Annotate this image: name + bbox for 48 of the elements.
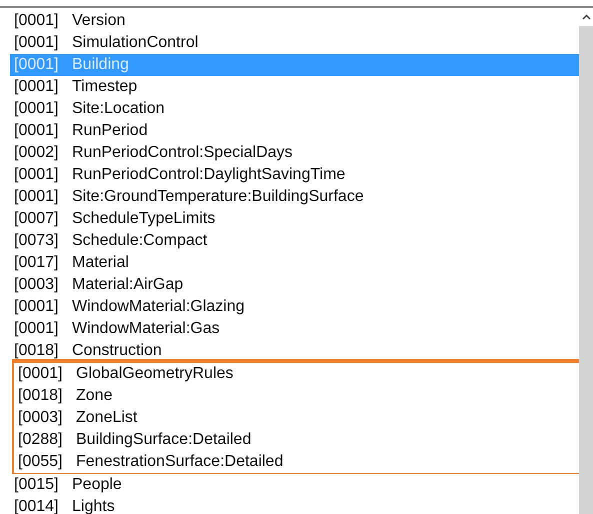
item-count: [0001] xyxy=(14,55,60,75)
item-name: WindowMaterial:Gas xyxy=(72,319,220,339)
item-count: [0007] xyxy=(14,209,60,229)
item-name: Material:AirGap xyxy=(72,275,184,295)
item-count: [0001] xyxy=(14,187,60,207)
item-name: FenestrationSurface:Detailed xyxy=(76,452,284,472)
item-count: [0015] xyxy=(14,475,60,495)
item-count: [0018] xyxy=(18,386,64,406)
item-count: [0001] xyxy=(14,165,60,185)
item-count: [0003] xyxy=(14,275,60,295)
item-name: GlobalGeometryRules xyxy=(76,364,234,384)
item-name: Zone xyxy=(76,386,112,406)
item-name: Timestep xyxy=(72,77,138,97)
item-count: [0001] xyxy=(14,11,60,31)
item-count: [0001] xyxy=(14,121,60,141)
item-count: [0001] xyxy=(14,297,60,317)
item-name: Schedule:Compact xyxy=(72,231,208,251)
item-count: [0288] xyxy=(18,430,64,450)
item-name: People xyxy=(72,475,122,495)
item-count: [0001] xyxy=(14,319,60,339)
item-name: BuildingSurface:Detailed xyxy=(76,430,252,450)
item-count: [0018] xyxy=(14,341,60,361)
item-name: Site:Location xyxy=(72,99,165,119)
item-count: [0001] xyxy=(14,33,60,53)
item-count: [0002] xyxy=(14,143,60,163)
item-name: Construction xyxy=(72,341,162,361)
item-name: Material xyxy=(72,253,129,273)
item-name: RunPeriod xyxy=(72,121,148,141)
item-name: Version xyxy=(72,11,126,31)
item-count: [0001] xyxy=(18,364,64,384)
item-count: [0017] xyxy=(14,253,60,273)
item-count: [0001] xyxy=(14,77,60,97)
item-name: Lights xyxy=(72,497,115,514)
item-name: ScheduleTypeLimits xyxy=(72,209,216,229)
scroll-up-icon[interactable] xyxy=(582,14,590,20)
item-count: [0055] xyxy=(18,452,64,472)
scrollbar[interactable] xyxy=(579,8,593,514)
item-name: RunPeriodControl:SpecialDays xyxy=(72,143,293,163)
item-count: [0001] xyxy=(14,99,60,119)
item-name: Building xyxy=(72,55,129,75)
item-name: Site:GroundTemperature:BuildingSurface xyxy=(72,187,364,207)
item-count: [0014] xyxy=(14,497,60,514)
item-name: RunPeriodControl:DaylightSavingTime xyxy=(72,165,346,185)
item-name: ZoneList xyxy=(76,408,138,428)
item-name: SimulationControl xyxy=(72,33,198,53)
item-name: WindowMaterial:Glazing xyxy=(72,297,245,317)
item-count: [0073] xyxy=(14,231,60,251)
item-count: [0003] xyxy=(18,408,64,428)
